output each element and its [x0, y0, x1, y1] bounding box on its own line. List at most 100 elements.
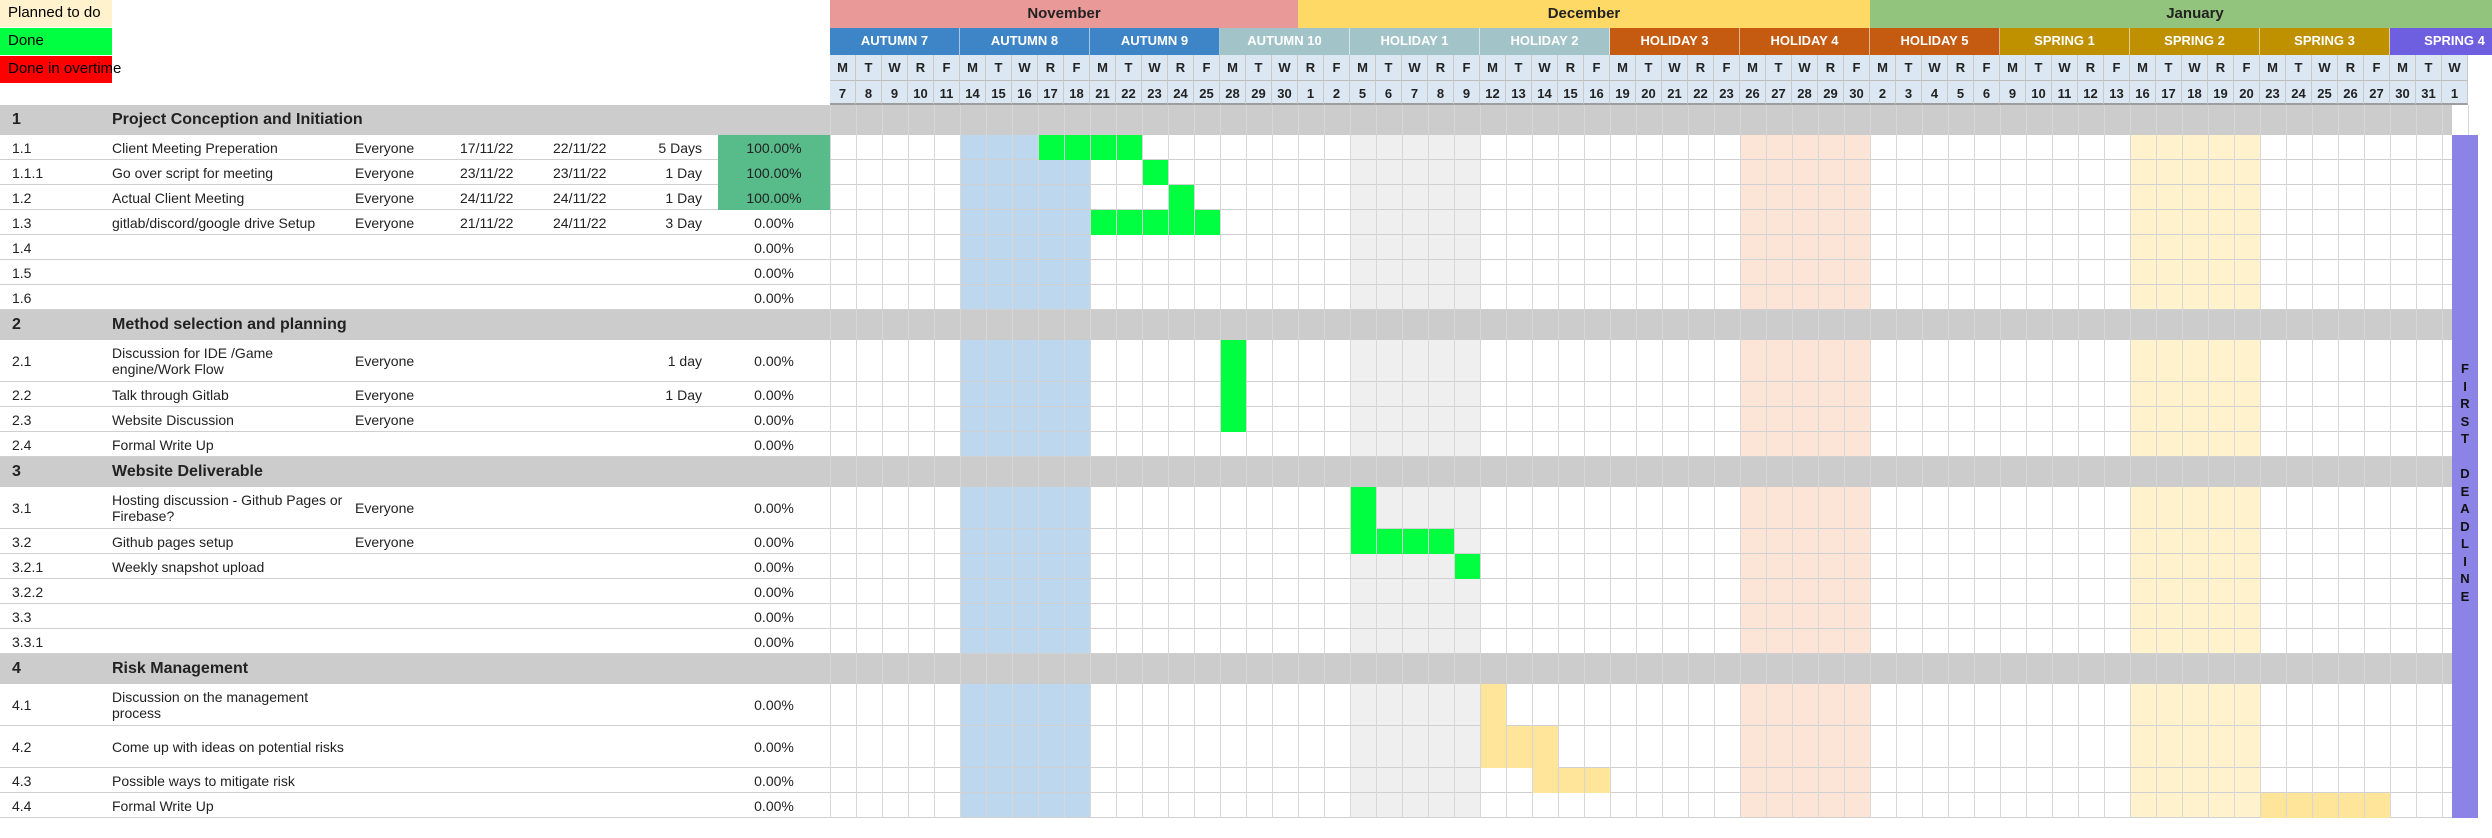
day-letter: F [1324, 55, 1350, 81]
task-name[interactable]: Possible ways to mitigate risk [112, 768, 352, 793]
task-start-date: 23/11/22 [460, 164, 514, 181]
task-name[interactable]: Github pages setup [112, 529, 352, 554]
task-duration [640, 604, 712, 629]
grid-line [1610, 105, 1611, 818]
task-start-date [460, 235, 550, 260]
task-name[interactable] [112, 629, 352, 654]
day-letter: M [2130, 55, 2156, 81]
gantt-bar [1350, 487, 1376, 529]
task-start-date [460, 684, 550, 726]
date-label: 16 [1584, 81, 1610, 105]
date-label: 7 [1402, 81, 1428, 105]
grid-line [1870, 105, 1871, 818]
grid-line [1896, 105, 1897, 818]
day-letter: M [1870, 55, 1896, 81]
task-progress: 0.00% [754, 739, 794, 755]
task-assignee: Everyone [355, 189, 415, 206]
date-label: 6 [1376, 81, 1402, 105]
grid-line [1818, 105, 1819, 818]
grid-line [2442, 105, 2443, 818]
grid-line [2260, 105, 2261, 818]
grid-line [2364, 105, 2365, 818]
task-name[interactable]: Hosting discussion - Github Pages or Fir… [112, 487, 347, 529]
task-name[interactable]: Discussion for IDE /Game engine/Work Flo… [112, 340, 347, 382]
task-assignee [355, 235, 455, 260]
date-label: 2 [1870, 81, 1896, 105]
grid-line [1428, 105, 1429, 818]
task-name[interactable] [112, 579, 352, 604]
task-end-date: 22/11/22 [553, 139, 607, 156]
grid-line [1636, 105, 1637, 818]
date-label: 23 [2260, 81, 2286, 105]
task-assignee: Everyone [355, 353, 415, 369]
task-name[interactable] [112, 260, 352, 285]
day-letter: T [1116, 55, 1142, 81]
day-letter: F [1194, 55, 1220, 81]
task-name[interactable]: Come up with ideas on potential risks [112, 726, 347, 768]
grid-line [2416, 105, 2417, 818]
task-duration [640, 629, 712, 654]
task-id: 2.3 [12, 411, 32, 428]
week-header: AUTUMN 7 [830, 28, 960, 55]
grid-line [1974, 105, 1975, 818]
gantt-bar [1220, 382, 1246, 407]
section-title: Risk Management [112, 660, 249, 677]
date-label: 8 [1428, 81, 1454, 105]
day-letter: T [1506, 55, 1532, 81]
task-duration [640, 407, 712, 432]
task-end-date [553, 529, 643, 554]
task-assignee [355, 793, 455, 818]
grid-line [2312, 105, 2313, 818]
task-end-date [553, 793, 643, 818]
task-end-date [553, 407, 643, 432]
grid-line [934, 105, 935, 818]
day-letter: T [1896, 55, 1922, 81]
task-assignee: Everyone [355, 533, 415, 550]
week-header: HOLIDAY 2 [1480, 28, 1610, 55]
task-name[interactable]: Discussion on the management process [112, 684, 347, 726]
task-end-date [553, 684, 643, 726]
week-header: HOLIDAY 4 [1740, 28, 1870, 55]
grid-line [1376, 105, 1377, 818]
date-label: 20 [2234, 81, 2260, 105]
task-name[interactable]: Talk through Gitlab [112, 382, 352, 407]
task-assignee [355, 726, 455, 768]
day-letter: F [934, 55, 960, 81]
task-id: 1.1.1 [12, 164, 44, 181]
task-name[interactable]: Website Discussion [112, 407, 352, 432]
day-letter: M [2260, 55, 2286, 81]
grid-line [1012, 105, 1013, 818]
task-start-date [460, 793, 550, 818]
task-name[interactable]: gitlab/discord/google drive Setup [112, 210, 352, 235]
task-assignee: Everyone [355, 386, 415, 403]
task-name[interactable]: Weekly snapshot upload [112, 554, 352, 579]
task-end-date: 24/11/22 [553, 214, 607, 231]
task-duration [640, 579, 712, 604]
task-name[interactable]: Go over script for meeting [112, 160, 352, 185]
task-duration [640, 529, 712, 554]
task-name[interactable]: Actual Client Meeting [112, 185, 352, 210]
grid-line [2130, 105, 2131, 818]
task-progress: 100.00% [718, 185, 830, 210]
task-name[interactable]: Formal Write Up [112, 793, 352, 818]
grid-line [1792, 105, 1793, 818]
day-letter: T [1376, 55, 1402, 81]
task-name[interactable]: Formal Write Up [112, 432, 352, 457]
task-progress: 100.00% [718, 160, 830, 185]
gantt-bar [1220, 340, 1246, 382]
task-start-date [460, 260, 550, 285]
grid-line [1116, 105, 1117, 818]
task-name[interactable]: Client Meeting Preperation [112, 135, 352, 160]
day-letter: W [882, 55, 908, 81]
task-name[interactable] [112, 604, 352, 629]
task-progress: 0.00% [754, 583, 794, 600]
date-label: 23 [1142, 81, 1168, 105]
day-letter: M [2000, 55, 2026, 81]
grid-line [2208, 105, 2209, 818]
day-letter: R [1168, 55, 1194, 81]
day-letter: M [1220, 55, 1246, 81]
task-end-date [553, 768, 643, 793]
gantt-bar [1168, 185, 1194, 210]
task-name[interactable] [112, 235, 352, 260]
task-name[interactable] [112, 285, 352, 310]
